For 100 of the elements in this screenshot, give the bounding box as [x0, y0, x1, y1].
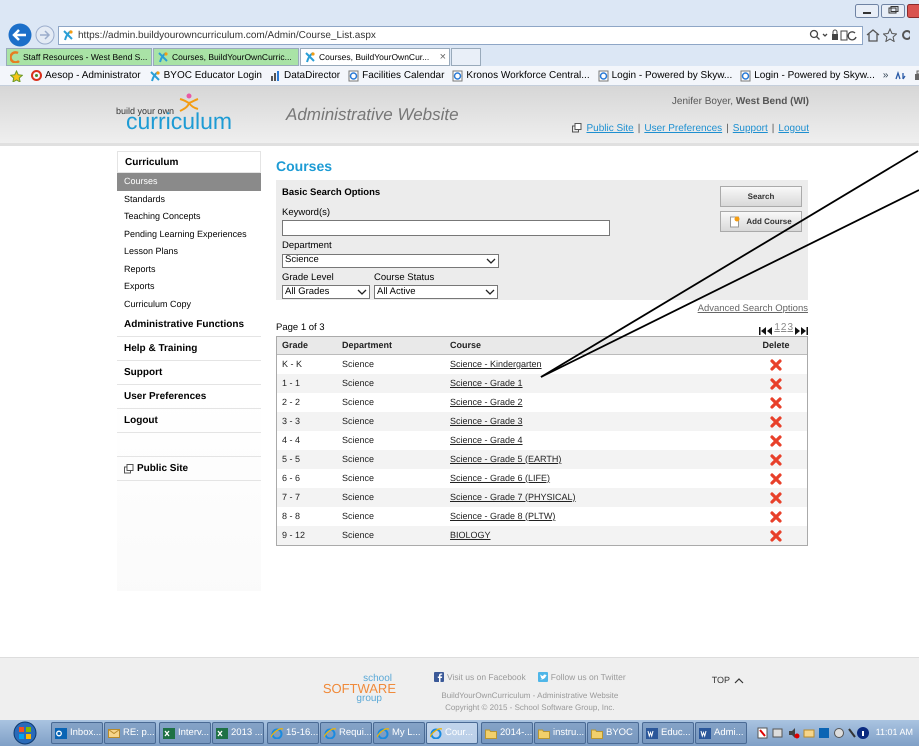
- dropdown[interactable]: All Active: [374, 284, 498, 299]
- table-cell-text: Science: [341, 414, 376, 428]
- course-link[interactable]: Science - Grade 6 (LIFE): [450, 472, 550, 483]
- delete-icon[interactable]: [770, 434, 782, 446]
- first-page-icon: [759, 327, 774, 335]
- sidebar-section[interactable]: Administrative Functions: [117, 313, 261, 337]
- course-link[interactable]: Science - Grade 1: [450, 378, 523, 388]
- course-link[interactable]: Science - Grade 2: [450, 396, 523, 407]
- sidebar-item[interactable]: Curriculum Copy: [117, 296, 261, 313]
- more-favorites-icon[interactable]: »: [882, 68, 888, 83]
- column-header: Course: [449, 338, 482, 352]
- address-bar[interactable]: https://admin.buildyourowncurriculum.com/Admin/Course_List.aspx: [58, 26, 863, 44]
- favorite-icon: [148, 70, 161, 82]
- favorites-icon: [883, 28, 897, 42]
- chevron-down-icon: [357, 288, 367, 295]
- chevron-up-icon: [734, 678, 744, 684]
- table-cell-text: 7 - 7: [281, 490, 302, 504]
- new-tab-button[interactable]: [451, 48, 481, 66]
- sidebar-item[interactable]: Reports: [117, 260, 261, 278]
- sidebar-section[interactable]: Help & Training: [117, 337, 261, 361]
- table-cell-text: Science: [341, 376, 376, 390]
- table-cell-text: Science: [341, 472, 376, 485]
- search-button[interactable]: Search: [720, 186, 802, 207]
- table-cell-text: 4 - 4: [281, 434, 302, 447]
- favorite-link[interactable]: Login - Powered by Skyw...: [740, 68, 875, 83]
- table-cell-text: 6 - 6: [281, 472, 302, 485]
- column-header: Grade: [281, 338, 310, 352]
- app-icon: [108, 727, 120, 739]
- figure-icon: [178, 92, 200, 112]
- delete-icon[interactable]: [770, 378, 782, 390]
- app-icon: [591, 727, 603, 739]
- sidebar-item[interactable]: Lesson Plans: [117, 243, 261, 260]
- url-text: https://admin.buildyourowncurriculum.com/Admin/Course_List.aspx: [78, 28, 377, 42]
- add-course-button[interactable]: Add Course: [720, 211, 802, 232]
- footer-logo-text: SOFTWARE: [322, 684, 396, 694]
- sidebar-item[interactable]: Exports: [117, 278, 261, 296]
- sidebar-item[interactable]: Pending Learning Experiences: [117, 226, 261, 243]
- delete-icon[interactable]: [770, 396, 782, 408]
- chart-icon: [270, 70, 281, 81]
- delete-icon[interactable]: [770, 510, 782, 522]
- favorite-icon: [31, 70, 42, 81]
- course-link[interactable]: Science - Kindergarten: [450, 358, 542, 369]
- close-tab-icon[interactable]: ×: [440, 48, 446, 66]
- course-link[interactable]: Science - Grade 7 (PHYSICAL): [450, 492, 576, 502]
- delete-icon[interactable]: [770, 454, 782, 466]
- page-link[interactable]: 2: [780, 320, 786, 335]
- delete-icon[interactable]: [770, 416, 782, 428]
- course-link[interactable]: Science - Grade 8 (PLTW): [450, 510, 556, 521]
- delete-icon[interactable]: [770, 358, 782, 370]
- separator: |: [638, 122, 640, 136]
- clock: 11:01 AM: [876, 726, 913, 740]
- sidebar-item[interactable]: Standards: [117, 190, 261, 208]
- table-cell-text: Science: [341, 434, 376, 447]
- page-link[interactable]: 1: [774, 320, 780, 335]
- keyword-field[interactable]: [282, 220, 610, 236]
- separator: |: [772, 122, 774, 136]
- sidebar-section[interactable]: Support: [117, 361, 261, 385]
- facebook-icon: [434, 672, 444, 682]
- app-icon: [324, 727, 336, 739]
- course-link[interactable]: Science - Grade 5 (EARTH): [450, 454, 562, 464]
- chevron-down-icon: [486, 258, 496, 264]
- sidebar-section[interactable]: Logout: [117, 409, 261, 433]
- table-cell-text: 8 - 8: [281, 510, 302, 523]
- spelling-icon: [894, 70, 908, 82]
- sidebar-item[interactable]: Teaching Concepts: [117, 208, 261, 226]
- table-cell-text: Science: [341, 510, 376, 523]
- course-link[interactable]: Science - Grade 4: [450, 434, 523, 445]
- page-link[interactable]: 3: [787, 320, 793, 335]
- field-label: Keyword(s): [282, 206, 332, 220]
- browser-tab[interactable]: Staff Resources - West Bend S...: [6, 48, 152, 66]
- app-icon: [538, 727, 550, 739]
- sidebar-heading: Curriculum: [117, 151, 261, 173]
- table-cell-text: 5 - 5: [281, 452, 302, 466]
- table-cell-text: 1 - 1: [281, 376, 302, 390]
- sidebar-section[interactable]: User Preferences: [117, 385, 261, 409]
- favorite-link[interactable]: Kronos Workforce Central...: [452, 68, 590, 83]
- delete-icon[interactable]: [770, 530, 782, 542]
- app-icon: [163, 727, 175, 739]
- browser-tab[interactable]: Courses, BuildYourOwnCur... ×: [300, 48, 450, 66]
- favorite-link[interactable]: Login - Powered by Skyw...: [598, 68, 732, 83]
- app-icon: [216, 727, 228, 739]
- favorite-link[interactable]: DataDirector: [270, 68, 340, 83]
- favorite-link[interactable]: Aesop - Administrator: [31, 68, 141, 83]
- dropdown[interactable]: All Grades: [282, 284, 370, 299]
- public-site-link[interactable]: Public Site: [117, 457, 261, 481]
- top-link[interactable]: TOP: [712, 674, 744, 688]
- footer-logo-text: school: [363, 674, 392, 684]
- app-icon: [55, 727, 67, 739]
- course-link[interactable]: Science - Grade 3: [450, 416, 523, 426]
- delete-icon[interactable]: [770, 492, 782, 504]
- table-cell-text: 9 - 12: [281, 528, 306, 542]
- delete-icon[interactable]: [770, 472, 782, 484]
- browser-tab[interactable]: Courses, BuildYourOwnCurric...: [153, 48, 299, 66]
- favorite-link[interactable]: BYOC Educator Login: [148, 68, 262, 83]
- dropdown[interactable]: Science: [282, 254, 499, 268]
- course-link[interactable]: BIOLOGY: [450, 530, 491, 540]
- page-icon: [598, 70, 609, 82]
- footer-text: Copyright © 2015 - School Software Group, Inc.: [445, 702, 615, 714]
- favorite-link[interactable]: Facilities Calendar: [348, 68, 444, 83]
- advanced-search-link[interactable]: Advanced Search Options: [698, 302, 808, 316]
